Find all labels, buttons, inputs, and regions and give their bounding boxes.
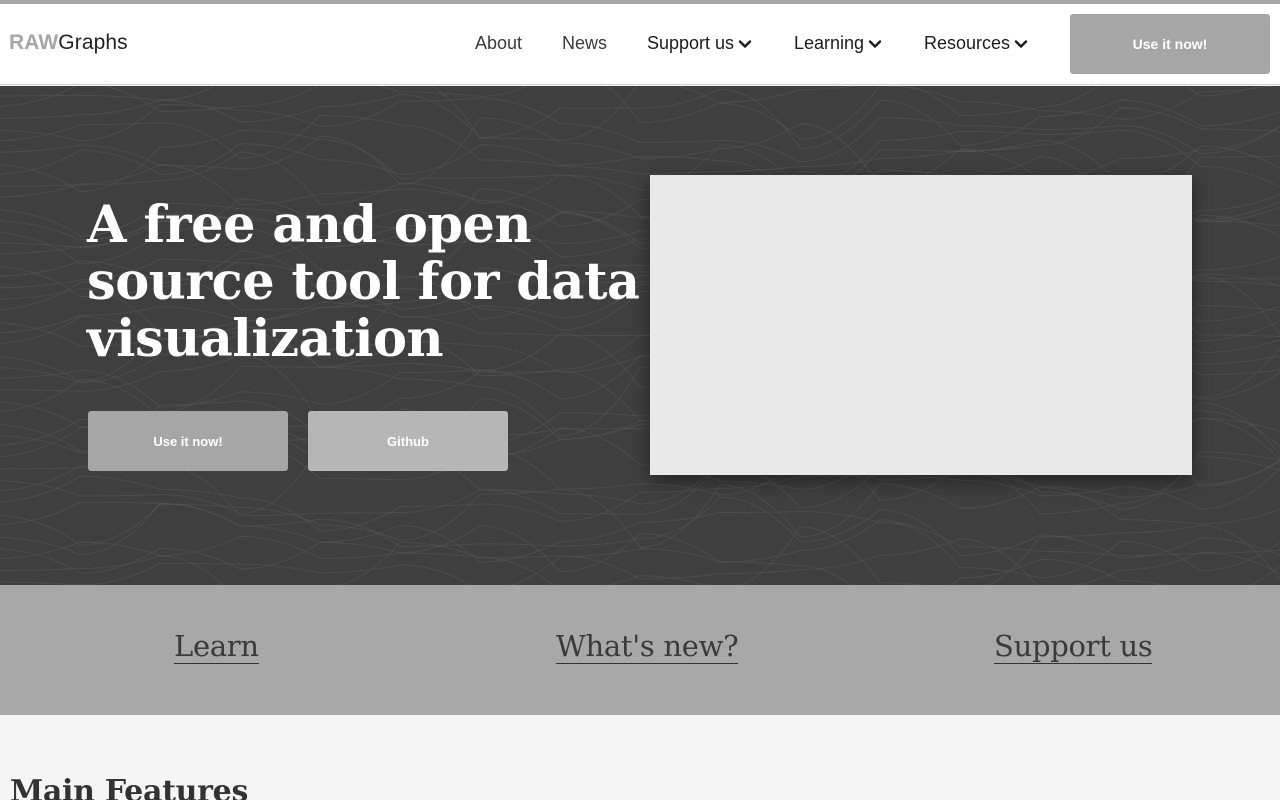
nav-learning-dropdown[interactable]: Learning (794, 33, 882, 54)
nav-support-label: Support us (647, 33, 735, 53)
navbar: RAWGraphs About News Support us Learning… (0, 4, 1280, 85)
hero-section: A free and open source tool for data vis… (0, 86, 1280, 585)
logo[interactable]: RAWGraphs (9, 31, 128, 55)
background-wave-line (0, 538, 1280, 585)
nav-resources-dropdown[interactable]: Resources (924, 33, 1028, 54)
learn-link[interactable]: Learn (174, 629, 259, 664)
chevron-down-icon (1014, 39, 1028, 48)
background-wave-line (0, 88, 1280, 149)
whats-new-link[interactable]: What's new? (556, 629, 739, 664)
logo-graphs: Graphs (58, 31, 128, 54)
chevron-down-icon (868, 39, 882, 48)
logo-raw: RAW (9, 31, 59, 54)
background-wave-line (0, 524, 1280, 585)
quick-links-band: Learn What's new? Support us (0, 585, 1280, 715)
nav-support-dropdown[interactable]: Support us (647, 33, 752, 54)
nav-news-label: News (562, 33, 608, 53)
background-wave-line (0, 548, 1280, 585)
background-wave-line (0, 86, 1261, 124)
hero-title: A free and open source tool for data vis… (87, 195, 640, 369)
nav-about-link[interactable]: About (475, 33, 522, 54)
background-wave-line (0, 467, 1280, 532)
nav-resources-label: Resources (924, 33, 1011, 53)
nav-learning-label: Learning (794, 33, 865, 53)
nav-news-link[interactable]: News (562, 33, 607, 54)
nav-use-it-now-button[interactable]: Use it now! (1070, 14, 1270, 74)
background-wave-line (0, 483, 1280, 548)
background-wave-line (0, 107, 1280, 175)
nav-about-label: About (475, 33, 523, 53)
chevron-down-icon (738, 39, 752, 48)
hero-github-button[interactable]: Github (308, 411, 508, 471)
background-wave-line (0, 502, 1280, 563)
support-us-link[interactable]: Support us (994, 629, 1153, 664)
hero-video-placeholder[interactable] (650, 175, 1192, 475)
hero-use-it-now-button[interactable]: Use it now! (88, 411, 288, 471)
main-features-heading: Main Features (10, 774, 249, 800)
